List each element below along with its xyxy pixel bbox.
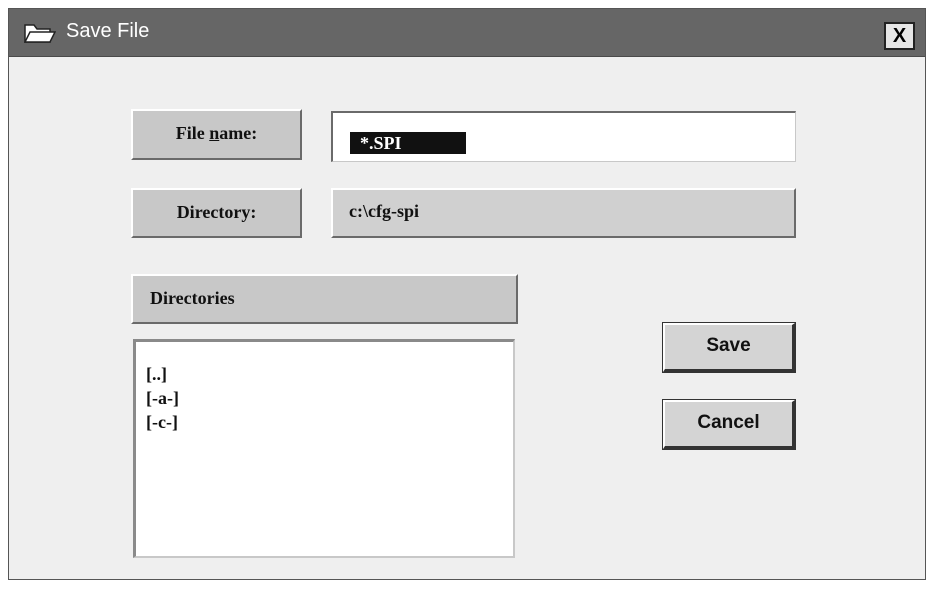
close-button[interactable]: X [884, 22, 915, 50]
save-file-dialog: Save File X File name: *.SPI Directory: … [8, 8, 926, 580]
title-bar[interactable]: Save File X [9, 9, 925, 57]
directories-header: Directories [131, 274, 518, 324]
save-button[interactable]: Save [662, 322, 796, 373]
directory-path: c:\cfg-spi [349, 201, 419, 221]
directories-list[interactable]: [..] [-a-] [-c-] [133, 339, 515, 558]
directory-label: Directory: [131, 188, 302, 238]
file-name-input[interactable]: *.SPI [331, 111, 796, 162]
folder-open-icon [24, 24, 56, 43]
file-name-label: File name: [131, 109, 302, 160]
close-icon: X [892, 25, 907, 47]
cancel-button[interactable]: Cancel [662, 399, 796, 450]
file-name-value: *.SPI [350, 132, 466, 154]
directory-value: c:\cfg-spi [331, 188, 796, 238]
list-item[interactable]: [-c-] [146, 410, 513, 434]
list-item[interactable]: [..] [146, 362, 513, 386]
list-item[interactable]: [-a-] [146, 386, 513, 410]
directories-header-label: Directories [150, 288, 235, 308]
window-title: Save File [66, 20, 150, 42]
